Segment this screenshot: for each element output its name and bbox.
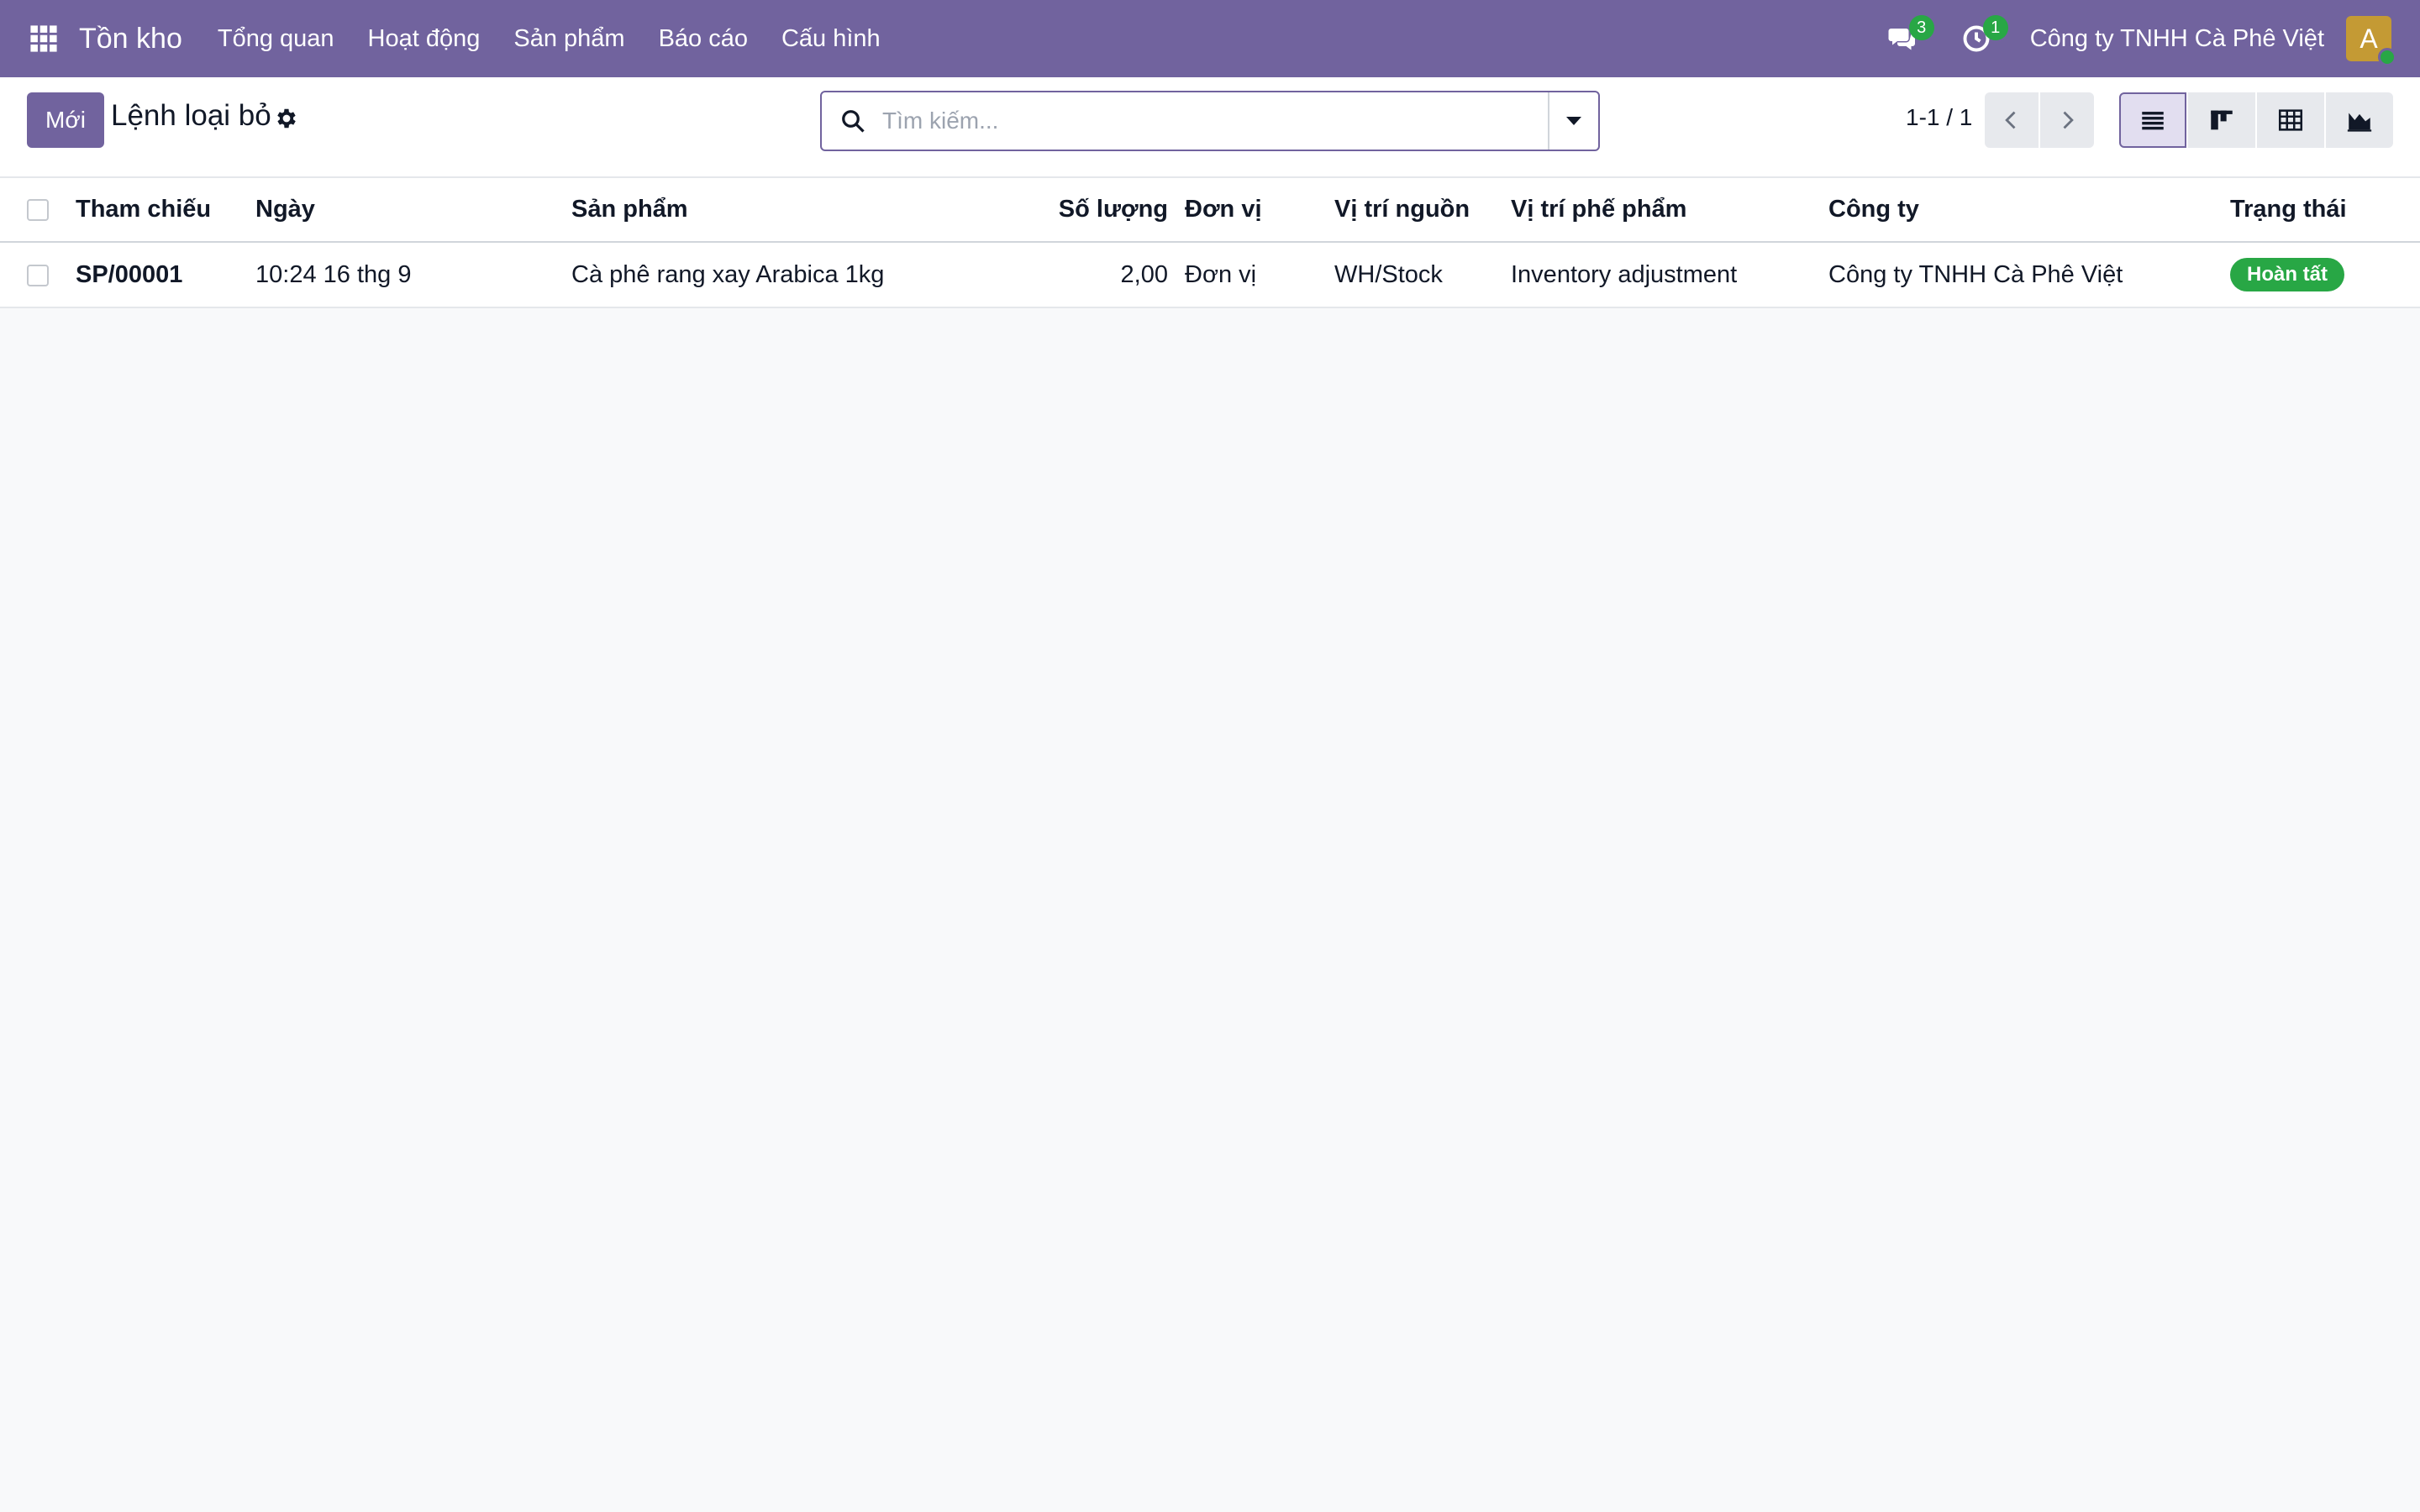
control-panel: Mới Lệnh loại bỏ 1-1 / 1 <box>0 77 2420 178</box>
column-header-product[interactable]: Sản phẩm <box>571 178 924 243</box>
column-header-date[interactable]: Ngày <box>255 178 571 243</box>
app-name[interactable]: Tồn kho <box>79 23 182 55</box>
column-header-uom[interactable]: Đơn vị <box>1185 178 1334 243</box>
pivot-view-button[interactable] <box>2257 92 2324 148</box>
list-icon <box>2142 112 2164 130</box>
select-all-checkbox[interactable] <box>27 199 49 222</box>
chevron-right-icon <box>2063 111 2074 129</box>
area-chart-icon <box>2347 113 2372 132</box>
column-header-company[interactable]: Công ty <box>1828 178 2230 243</box>
cell-quantity[interactable]: 2,00 <box>924 242 1185 308</box>
page-title: Lệnh loại bỏ <box>111 99 271 132</box>
new-button[interactable]: Mới <box>27 92 104 148</box>
status-badge: Hoàn tất <box>2230 258 2344 291</box>
cell-product[interactable]: Cà phê rang xay Arabica 1kg <box>571 242 924 308</box>
caret-down-icon <box>1566 117 1581 125</box>
list-view-button[interactable] <box>2119 92 2186 148</box>
column-header-reference[interactable]: Tham chiếu <box>76 178 255 243</box>
chevron-left-icon <box>2005 111 2016 129</box>
graph-view-button[interactable] <box>2326 92 2393 148</box>
row-checkbox[interactable] <box>27 264 49 286</box>
pager-value[interactable]: 1-1 / 1 <box>1906 104 1972 131</box>
cell-reference[interactable]: SP/00001 <box>76 242 255 308</box>
table-icon <box>2278 109 2303 131</box>
gear-icon[interactable] <box>274 106 299 131</box>
cell-date[interactable]: 10:24 16 thg 9 <box>255 242 571 308</box>
cell-status[interactable]: Hoàn tất <box>2230 242 2420 308</box>
search-options-toggle[interactable] <box>1548 92 1598 150</box>
pager-next-button[interactable] <box>2040 92 2094 148</box>
kanban-icon <box>2211 110 2233 130</box>
menu-item-overview[interactable]: Tổng quan <box>201 0 351 77</box>
row-select-cell <box>0 242 76 308</box>
kanban-view-button[interactable] <box>2188 92 2255 148</box>
online-status-icon <box>2378 48 2396 66</box>
cell-source-location[interactable]: WH/Stock <box>1334 242 1511 308</box>
avatar-letter: A <box>2360 23 2378 54</box>
pager-previous-button[interactable] <box>1985 92 2039 148</box>
search-input[interactable] <box>865 92 1548 150</box>
cell-company[interactable]: Công ty TNHH Cà Phê Việt <box>1828 242 2230 308</box>
apps-menu-icon[interactable] <box>17 12 71 66</box>
search-icon <box>842 110 865 133</box>
menu-item-products[interactable]: Sản phẩm <box>497 0 641 77</box>
table-row[interactable]: SP/00001 10:24 16 thg 9 Cà phê rang xay … <box>0 242 2420 308</box>
menu-item-configuration[interactable]: Cấu hình <box>765 0 897 77</box>
search-bar <box>820 91 1600 151</box>
user-avatar[interactable]: A <box>2346 16 2396 66</box>
column-header-source-location[interactable]: Vị trí nguồn <box>1334 178 1511 243</box>
menu-item-operations[interactable]: Hoạt động <box>351 0 497 77</box>
cell-uom[interactable]: Đơn vị <box>1185 242 1334 308</box>
column-header-status[interactable]: Trạng thái <box>2230 178 2420 243</box>
column-header-quantity[interactable]: Số lượng <box>924 178 1185 243</box>
messages-button[interactable]: 3 <box>1877 13 1934 64</box>
menu-item-reporting[interactable]: Báo cáo <box>642 0 765 77</box>
cell-scrap-location[interactable]: Inventory adjustment <box>1511 242 1828 308</box>
scrap-orders-table: Tham chiếu Ngày Sản phẩm Số lượng Đơn vị… <box>0 178 2420 308</box>
messages-count-badge: 3 <box>1908 15 1934 40</box>
company-switcher[interactable]: Công ty TNHH Cà Phê Việt <box>2030 25 2324 53</box>
activities-count-badge: 1 <box>1982 15 2008 40</box>
table-header-row: Tham chiếu Ngày Sản phẩm Số lượng Đơn vị… <box>0 178 2420 243</box>
activities-button[interactable]: 1 <box>1951 13 2008 64</box>
column-header-scrap-location[interactable]: Vị trí phế phẩm <box>1511 178 1828 243</box>
top-navbar: Tồn kho Tổng quan Hoạt động Sản phẩm Báo… <box>0 0 2420 77</box>
select-all-cell <box>0 178 76 243</box>
